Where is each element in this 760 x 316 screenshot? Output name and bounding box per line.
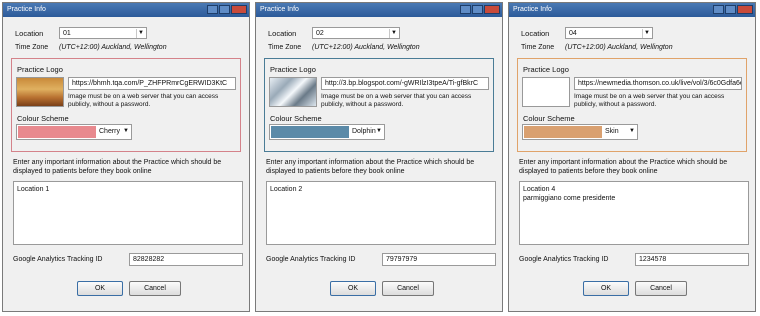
location-label: Location: [268, 29, 297, 38]
ga-label: Google Analytics Tracking ID: [519, 256, 609, 263]
minimize-icon[interactable]: [207, 5, 218, 14]
colour-name: Dolphin: [352, 128, 376, 135]
ga-tracking-input[interactable]: 79797979: [382, 253, 496, 266]
maximize-icon[interactable]: [725, 5, 736, 14]
ga-label: Google Analytics Tracking ID: [266, 256, 356, 263]
logo-url-input[interactable]: https://bhmh.tqa.com/P_ZHFPRmrCgERWID3Kt…: [68, 77, 236, 90]
minimize-icon[interactable]: [460, 5, 471, 14]
practice-info-dialog-2: Practice Info Location 02 ▼ Time Zone (U…: [255, 2, 503, 312]
window-controls: [713, 5, 753, 14]
logo-url-input[interactable]: http://3.bp.blogspot.com/-gWRIlzI3tpeA/T…: [321, 77, 489, 90]
window-controls: [207, 5, 247, 14]
logo-url-input[interactable]: https://newmedia.thomson.co.uk/live/vol/…: [574, 77, 742, 90]
location-select[interactable]: 01 ▼: [59, 27, 147, 39]
practice-info-dialog-1: Practice Info Location 01 ▼ Time Zone (U…: [2, 2, 250, 312]
colour-swatch: [524, 126, 602, 138]
logo-preview-image: [16, 77, 64, 107]
colour-name: Skin: [605, 128, 619, 135]
cancel-button[interactable]: Cancel: [382, 281, 434, 296]
timezone-value: (UTC+12:00) Auckland, Wellington: [59, 44, 167, 51]
logo-note: Image must be on a web server that you c…: [574, 93, 725, 108]
timezone-label: Time Zone: [15, 44, 49, 51]
practice-logo-label: Practice Logo: [523, 65, 569, 74]
minimize-icon[interactable]: [713, 5, 724, 14]
info-textarea[interactable]: Location 2: [266, 181, 496, 245]
colour-scheme-select[interactable]: Skin ▼: [522, 124, 638, 140]
colour-scheme-label: Colour Scheme: [17, 114, 69, 123]
location-value: 04: [569, 30, 577, 37]
practice-logo-label: Practice Logo: [17, 65, 63, 74]
location-label: Location: [15, 29, 44, 38]
chevron-down-icon: ▼: [376, 128, 382, 134]
logo-section: Practice Logo https://newmedia.thomson.c…: [517, 58, 747, 152]
practice-info-dialog-3: Practice Info Location 04 ▼ Time Zone (U…: [508, 2, 756, 312]
timezone-value: (UTC+12:00) Auckland, Wellington: [312, 44, 420, 51]
timezone-value: (UTC+12:00) Auckland, Wellington: [565, 44, 673, 51]
ga-label: Google Analytics Tracking ID: [13, 256, 103, 263]
close-icon[interactable]: [231, 5, 247, 14]
info-prompt: Enter any important information about th…: [266, 159, 475, 175]
window-controls: [460, 5, 500, 14]
logo-preview-image: [522, 77, 570, 107]
location-value: 02: [316, 30, 324, 37]
ok-button[interactable]: OK: [583, 281, 629, 296]
location-select[interactable]: 02 ▼: [312, 27, 400, 39]
chevron-down-icon: ▼: [136, 29, 145, 38]
chevron-down-icon: ▼: [389, 29, 398, 38]
colour-scheme-select[interactable]: Cherry ▼: [16, 124, 132, 140]
location-value: 01: [63, 30, 71, 37]
colour-name: Cherry: [99, 128, 121, 135]
chevron-down-icon: ▼: [629, 128, 635, 134]
maximize-icon[interactable]: [219, 5, 230, 14]
colour-scheme-label: Colour Scheme: [523, 114, 575, 123]
colour-swatch: [271, 126, 349, 138]
cancel-button[interactable]: Cancel: [129, 281, 181, 296]
ga-tracking-input[interactable]: 82828282: [129, 253, 243, 266]
close-icon[interactable]: [737, 5, 753, 14]
practice-logo-label: Practice Logo: [270, 65, 316, 74]
logo-preview-image: [269, 77, 317, 107]
chevron-down-icon: ▼: [123, 128, 129, 134]
info-textarea[interactable]: Location 1: [13, 181, 243, 245]
cancel-button[interactable]: Cancel: [635, 281, 687, 296]
colour-scheme-label: Colour Scheme: [270, 114, 322, 123]
colour-swatch: [18, 126, 96, 138]
close-icon[interactable]: [484, 5, 500, 14]
ok-button[interactable]: OK: [77, 281, 123, 296]
info-textarea[interactable]: Location 4 parmiggiano come presidente: [519, 181, 749, 245]
maximize-icon[interactable]: [472, 5, 483, 14]
timezone-label: Time Zone: [521, 44, 555, 51]
logo-section: Practice Logo https://bhmh.tqa.com/P_ZHF…: [11, 58, 241, 152]
colour-scheme-select[interactable]: Dolphin ▼: [269, 124, 385, 140]
ok-button[interactable]: OK: [330, 281, 376, 296]
logo-note: Image must be on a web server that you c…: [321, 93, 472, 108]
chevron-down-icon: ▼: [642, 29, 651, 38]
logo-note: Image must be on a web server that you c…: [68, 93, 219, 108]
logo-section: Practice Logo http://3.bp.blogspot.com/-…: [264, 58, 494, 152]
info-prompt: Enter any important information about th…: [519, 159, 728, 175]
timezone-label: Time Zone: [268, 44, 302, 51]
info-prompt: Enter any important information about th…: [13, 159, 222, 175]
location-select[interactable]: 04 ▼: [565, 27, 653, 39]
location-label: Location: [521, 29, 550, 38]
ga-tracking-input[interactable]: 1234578: [635, 253, 749, 266]
